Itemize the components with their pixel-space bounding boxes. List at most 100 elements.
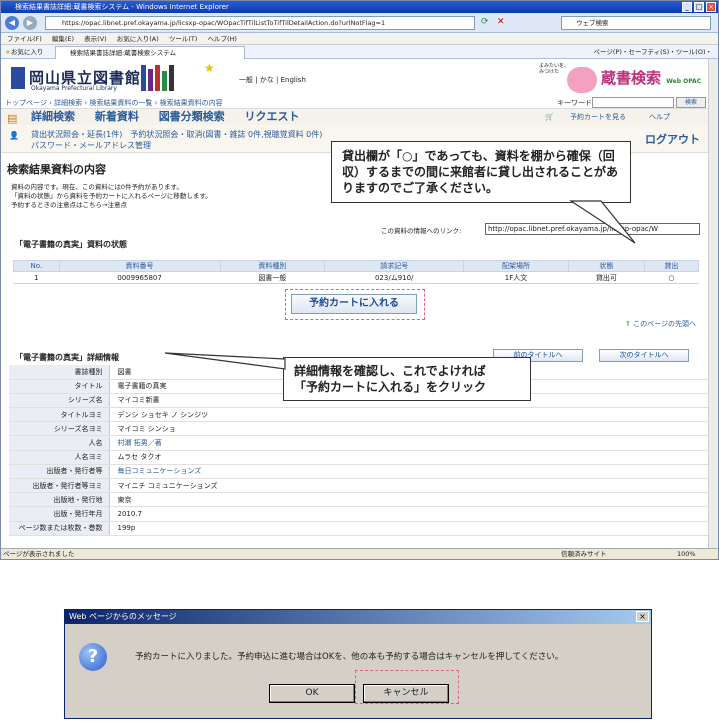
detail-value: マイニチ コミュニケーションズ [109,478,709,494]
menu-tools[interactable]: ツール(T) [169,35,198,43]
col-no: No. [13,260,60,272]
menu-file[interactable]: ファイル(F) [7,35,42,43]
dialog-message: 予約カートに入りました。予約申込に進む場合はOKを、他の本も予約する場合はキャン… [135,652,564,662]
brand-sub: Web OPAC [666,78,702,85]
holdings-header: No. 資料番号 資料種別 請求記号 配架場所 状態 貸出 [13,260,700,272]
cell-item-type: 図書一般 [220,271,325,284]
keyword-input[interactable] [592,97,674,108]
arrow-up-icon: ⇑ [625,320,631,328]
callout-middle: 詳細情報を確認し、これでよければ 「予約カートに入れる」をクリック [283,357,531,401]
favorites-button[interactable]: ★お気に入り [1,48,43,56]
status-text: ページが表示されました [3,550,75,558]
nav-classification-search[interactable]: 図書分類検索 [159,110,225,123]
detail-key: シリーズ名ヨミ [9,421,110,437]
command-bar[interactable]: ページ(P)・セーフティ(S)・ツール(O)・ [594,45,712,59]
dialog-close-icon[interactable]: × [636,611,649,622]
detail-key: 人名ヨミ [9,450,110,465]
detail-key: タイトル [9,379,110,394]
breadcrumb: トップページ › 詳細検索 › 検索結果資料の一覧 › 検索結果資料の内容 キー… [1,97,710,109]
nav-new-items[interactable]: 新着資料 [95,110,139,123]
logout-link[interactable]: ログアウト [645,131,700,147]
sparkle-icon: ★ [204,61,215,75]
table-row: 人名 村瀬 拓男／著 [9,435,709,451]
zoom-level[interactable]: 100% [677,549,696,559]
detail-key: 人名 [9,435,110,451]
author-link[interactable]: 村瀬 拓男／著 [109,435,709,451]
menu-help[interactable]: ヘルプ(H) [208,35,237,43]
dialog-title: Web ページからのメッセージ [69,612,177,621]
opac-brand: 蔵書検索 Web OPAC [601,67,701,88]
web-search-input[interactable]: ウェブ検索 [561,16,711,30]
table-row: 出版者・発行者等 毎日コミュニケーションズ [9,464,709,480]
browser-tab[interactable]: 検索結果書誌詳細:蔵書検索システム [55,46,245,59]
next-title-button[interactable]: 次のタイトルへ [599,349,689,362]
close-icon[interactable]: × [706,2,716,12]
address-bar[interactable]: https://opac.libnet.pref.okayama.jp/lics… [45,16,475,30]
mascot-text: よみたいを、みつけた [539,63,570,75]
detail-value: マイコミ シンショ [109,421,709,437]
cell-no: 1 [13,271,60,284]
back-icon[interactable]: ◀ [5,16,19,30]
cart-icon: 🛒 [545,113,554,121]
page-top-label: このページの先頭へ [633,320,696,328]
mascot-icon [567,67,597,93]
maximize-icon[interactable]: □ [694,2,704,12]
cancel-highlight-frame [355,670,459,704]
detail-key: 出版者・発行者等 [9,464,110,480]
breadcrumb-text[interactable]: トップページ › 詳細検索 › 検索結果資料の一覧 › 検索結果資料の内容 [5,99,223,107]
view-cart-link[interactable]: 予約カートを見る [570,113,626,121]
col-location: 配架場所 [463,260,569,272]
stop-icon[interactable]: ✕ [497,17,505,27]
detail-value: ムラセ タクオ [109,450,709,465]
detail-value: 199p [109,521,709,536]
link-label: この資料の情報へのリンク: [381,227,462,235]
dialog-titlebar: Web ページからのメッセージ × [65,610,651,624]
detail-title: 「電子書籍の真実」詳細情報 [15,353,119,362]
col-loan: 貸出 [643,260,700,272]
holdings-title: 「電子書籍の真実」資料の状態 [15,240,127,249]
library-sub: Okayama Prefectural Library [31,85,117,92]
col-status: 状態 [567,260,645,272]
favorites-bar: ★お気に入り 検索結果書誌詳細:蔵書検索システム ページ(P)・セーフティ(S)… [1,45,718,59]
publisher-link[interactable]: 毎日コミュニケーションズ [109,464,709,480]
vertical-scrollbar[interactable] [708,59,718,549]
table-row: シリーズ名ヨミ マイコミ シンショ [9,421,709,437]
page-content: 岡山県立図書館 Okayama Prefectural Library ★ 一般… [1,59,710,549]
table-row: タイトルヨミ デンシ ショセキ ノ シンジツ [9,407,709,423]
detail-value: 2010.7 [109,506,709,522]
detail-key: 出版者・発行者等ヨミ [9,478,110,494]
keyword-label: キーワード [557,99,592,107]
favorites-label: お気に入り [10,48,44,56]
table-row: 出版地・発行地 東京 [9,492,709,508]
user-line-1[interactable]: 貸出状況照会・延長(1件) 予約状況照会・取消(図書・雑誌 0件,視聴覚資料 0… [31,129,710,140]
table-row: 出版・発行年月 2010.7 [9,506,709,522]
add-to-cart-button[interactable]: 予約カートに入れる [291,294,417,314]
nav-request[interactable]: リクエスト [245,110,300,123]
col-call-number: 請求記号 [324,260,465,272]
search-button[interactable]: 検索 [676,97,706,108]
holdings-table: No. 資料番号 資料種別 請求記号 配架場所 状態 貸出 1 00099658… [13,260,700,284]
table-row: ページ数または枚数・巻数 199p [9,521,709,536]
status-bar: ページが表示されました 信頼済みサイト 100% [1,548,718,559]
detail-value: 東京 [109,492,709,508]
detail-key: 書誌種別 [9,365,110,380]
browser-window: 検索結果書誌詳細:蔵書検索システム - Windows Internet Exp… [0,0,719,560]
minimize-icon[interactable]: _ [682,2,692,12]
forward-icon[interactable]: ▶ [23,16,37,30]
menu-view[interactable]: 表示(V) [84,35,107,43]
callout-top-pointer [568,200,636,244]
page-top-link[interactable]: ⇑ このページの先頭へ [625,319,696,329]
site-header: 岡山県立図書館 Okayama Prefectural Library ★ 一般… [1,59,710,97]
library-logo-icon [11,67,25,89]
refresh-icon[interactable]: ⟳ [481,17,489,27]
language-links[interactable]: 一般 | かな | English [239,75,306,85]
ok-button[interactable]: OK [269,684,355,703]
menu-edit[interactable]: 編集(E) [52,35,74,43]
help-link[interactable]: ヘルプ [649,113,670,121]
callout-middle-line-2: 「予約カートに入れる」をクリック [294,380,487,394]
nav-detail-search[interactable]: 詳細検索 [31,110,75,123]
callout-middle-line-1: 詳細情報を確認し、これでよければ [294,364,486,378]
detail-key: 出版地・発行地 [9,492,110,508]
detail-key: 出版・発行年月 [9,506,110,522]
menu-favorites[interactable]: お気に入り(A) [117,35,159,43]
